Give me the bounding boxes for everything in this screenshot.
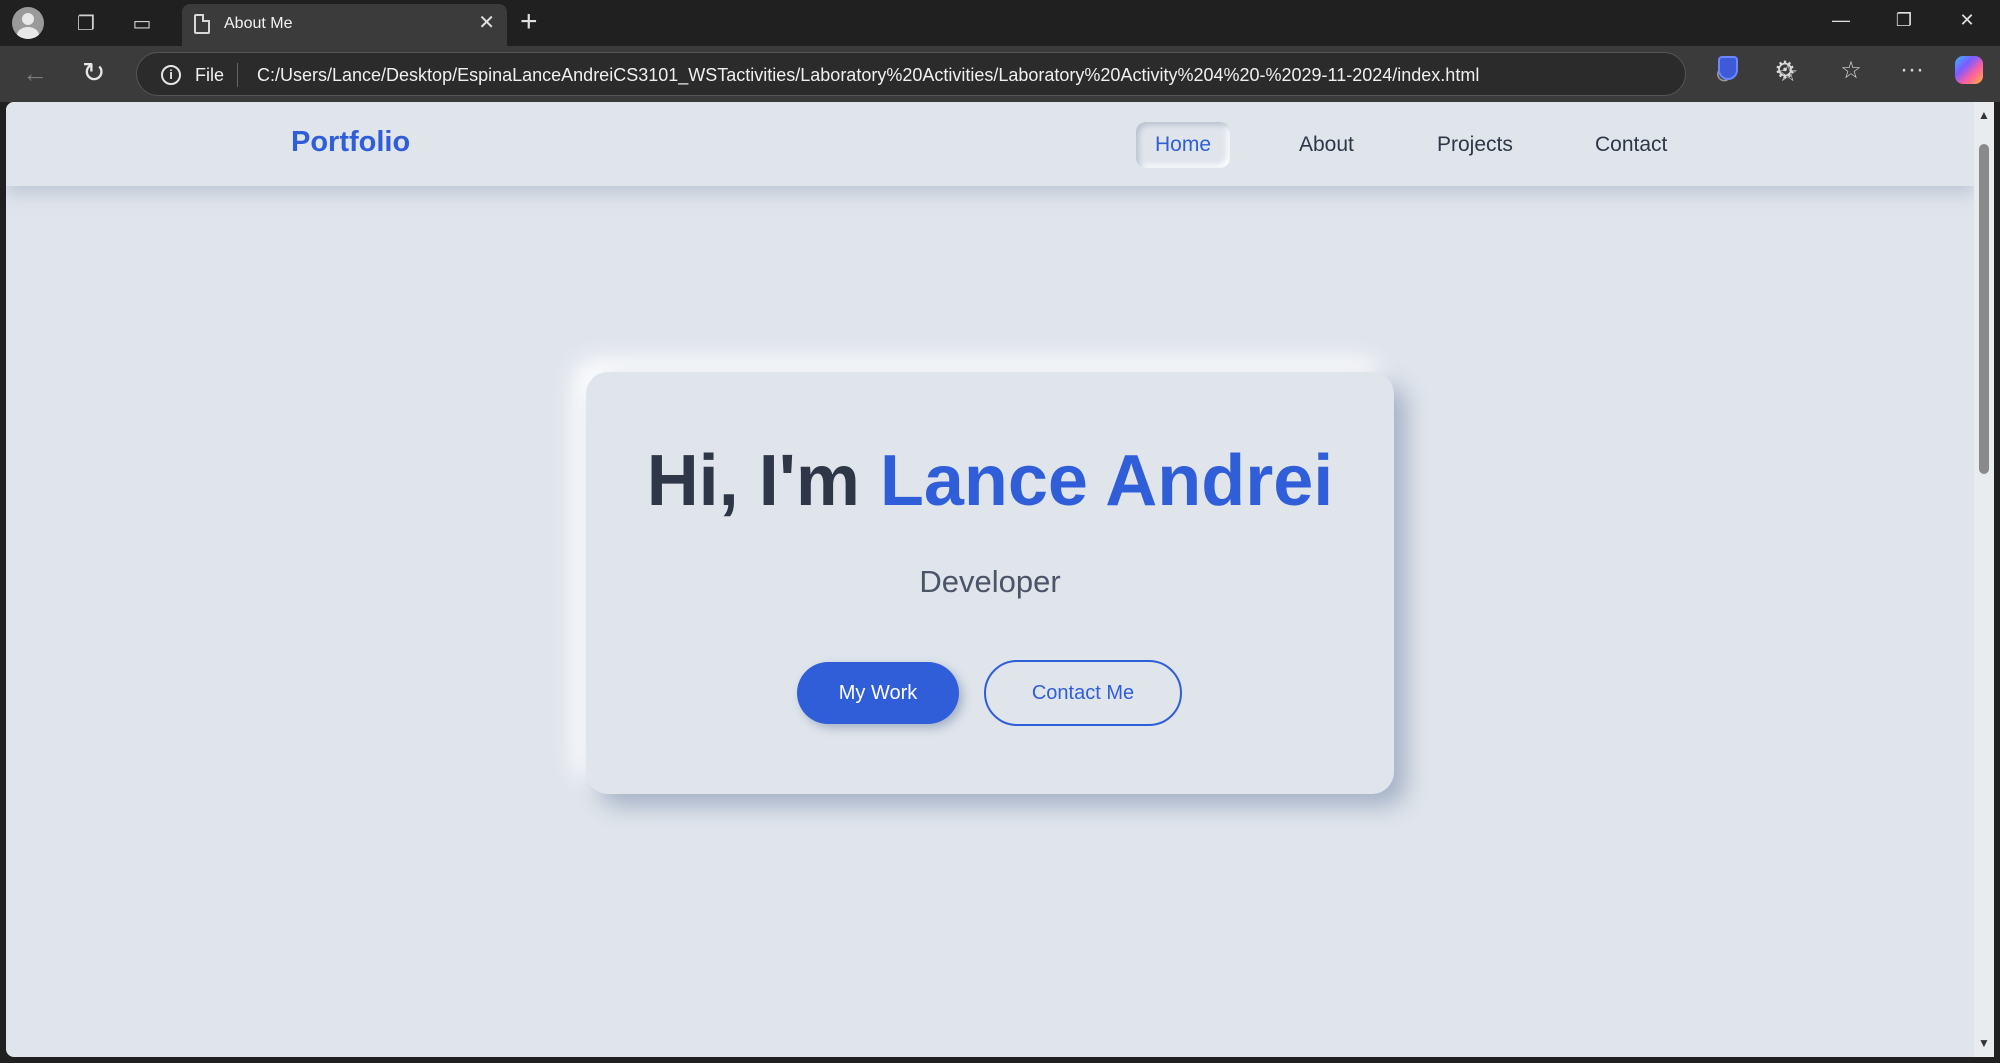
nav-about[interactable]: About [1280, 122, 1373, 168]
tab-actions-icon[interactable]: ▭ [126, 7, 158, 39]
address-bar[interactable]: i File C:/Users/Lance/Desktop/EspinaLanc… [136, 52, 1799, 96]
new-tab-icon[interactable]: + [520, 6, 538, 38]
info-icon[interactable]: i [161, 65, 181, 85]
hero-card: Hi, I'm Lance Andrei Developer My Work C… [586, 372, 1394, 794]
minimize-icon[interactable]: — [1826, 10, 1856, 31]
window-close-icon[interactable]: ✕ [1952, 10, 1982, 31]
profile-icon[interactable] [12, 7, 44, 39]
nav-contact[interactable]: Contact [1576, 122, 1686, 168]
more-icon[interactable]: ··· [1897, 56, 1927, 84]
hero-greeting: Hi, I'm [646, 441, 860, 521]
restore-icon[interactable]: ❐ [1889, 10, 1919, 31]
hero-name: Lance Andrei [879, 441, 1334, 521]
scroll-down-icon[interactable]: ▼ [1978, 1036, 1990, 1050]
address-separator [237, 63, 238, 87]
nav-projects[interactable]: Projects [1418, 122, 1532, 168]
tab-title: About Me [224, 15, 293, 32]
copilot-icon[interactable] [1954, 56, 1984, 91]
site-navbar: Portfolio Home About Projects Contact [6, 102, 1974, 186]
my-work-button[interactable]: My Work [797, 662, 959, 724]
back-icon[interactable]: ← [22, 58, 48, 89]
hero-title: Hi, I'm Lance Andrei [586, 440, 1394, 522]
nav-home[interactable]: Home [1136, 122, 1231, 168]
address-scheme: File [195, 65, 225, 85]
browser-toolbar: ← ↻ i File C:/Users/Lance/Desktop/Espina… [0, 46, 2000, 102]
hero-role: Developer [919, 564, 1061, 599]
contact-me-button[interactable]: Contact Me [984, 660, 1182, 726]
favorites-icon[interactable]: ☆ [1836, 56, 1866, 85]
page-viewport: Portfolio Home About Projects Contact Hi… [6, 102, 1974, 1057]
tab-strip: ❐ ▭ About Me ✕ + — ❐ ✕ [0, 0, 2000, 46]
browser-tab[interactable]: About Me ✕ [182, 4, 507, 46]
page-icon [194, 14, 210, 34]
close-tab-icon[interactable]: ✕ [478, 13, 495, 33]
extensions-icon[interactable]: ⚙ [1770, 56, 1800, 85]
shield-icon[interactable] [1713, 56, 1743, 87]
vertical-scrollbar[interactable]: ▲ ▼ [1974, 102, 1994, 1057]
brand-logo[interactable]: Portfolio [291, 126, 410, 159]
address-url[interactable]: C:/Users/Lance/Desktop/EspinaLanceAndrei… [257, 65, 1479, 86]
workspaces-icon[interactable]: ❐ [70, 7, 102, 39]
refresh-icon[interactable]: ↻ [82, 56, 105, 89]
scroll-up-icon[interactable]: ▲ [1978, 108, 1990, 122]
scroll-thumb[interactable] [1979, 144, 1989, 474]
